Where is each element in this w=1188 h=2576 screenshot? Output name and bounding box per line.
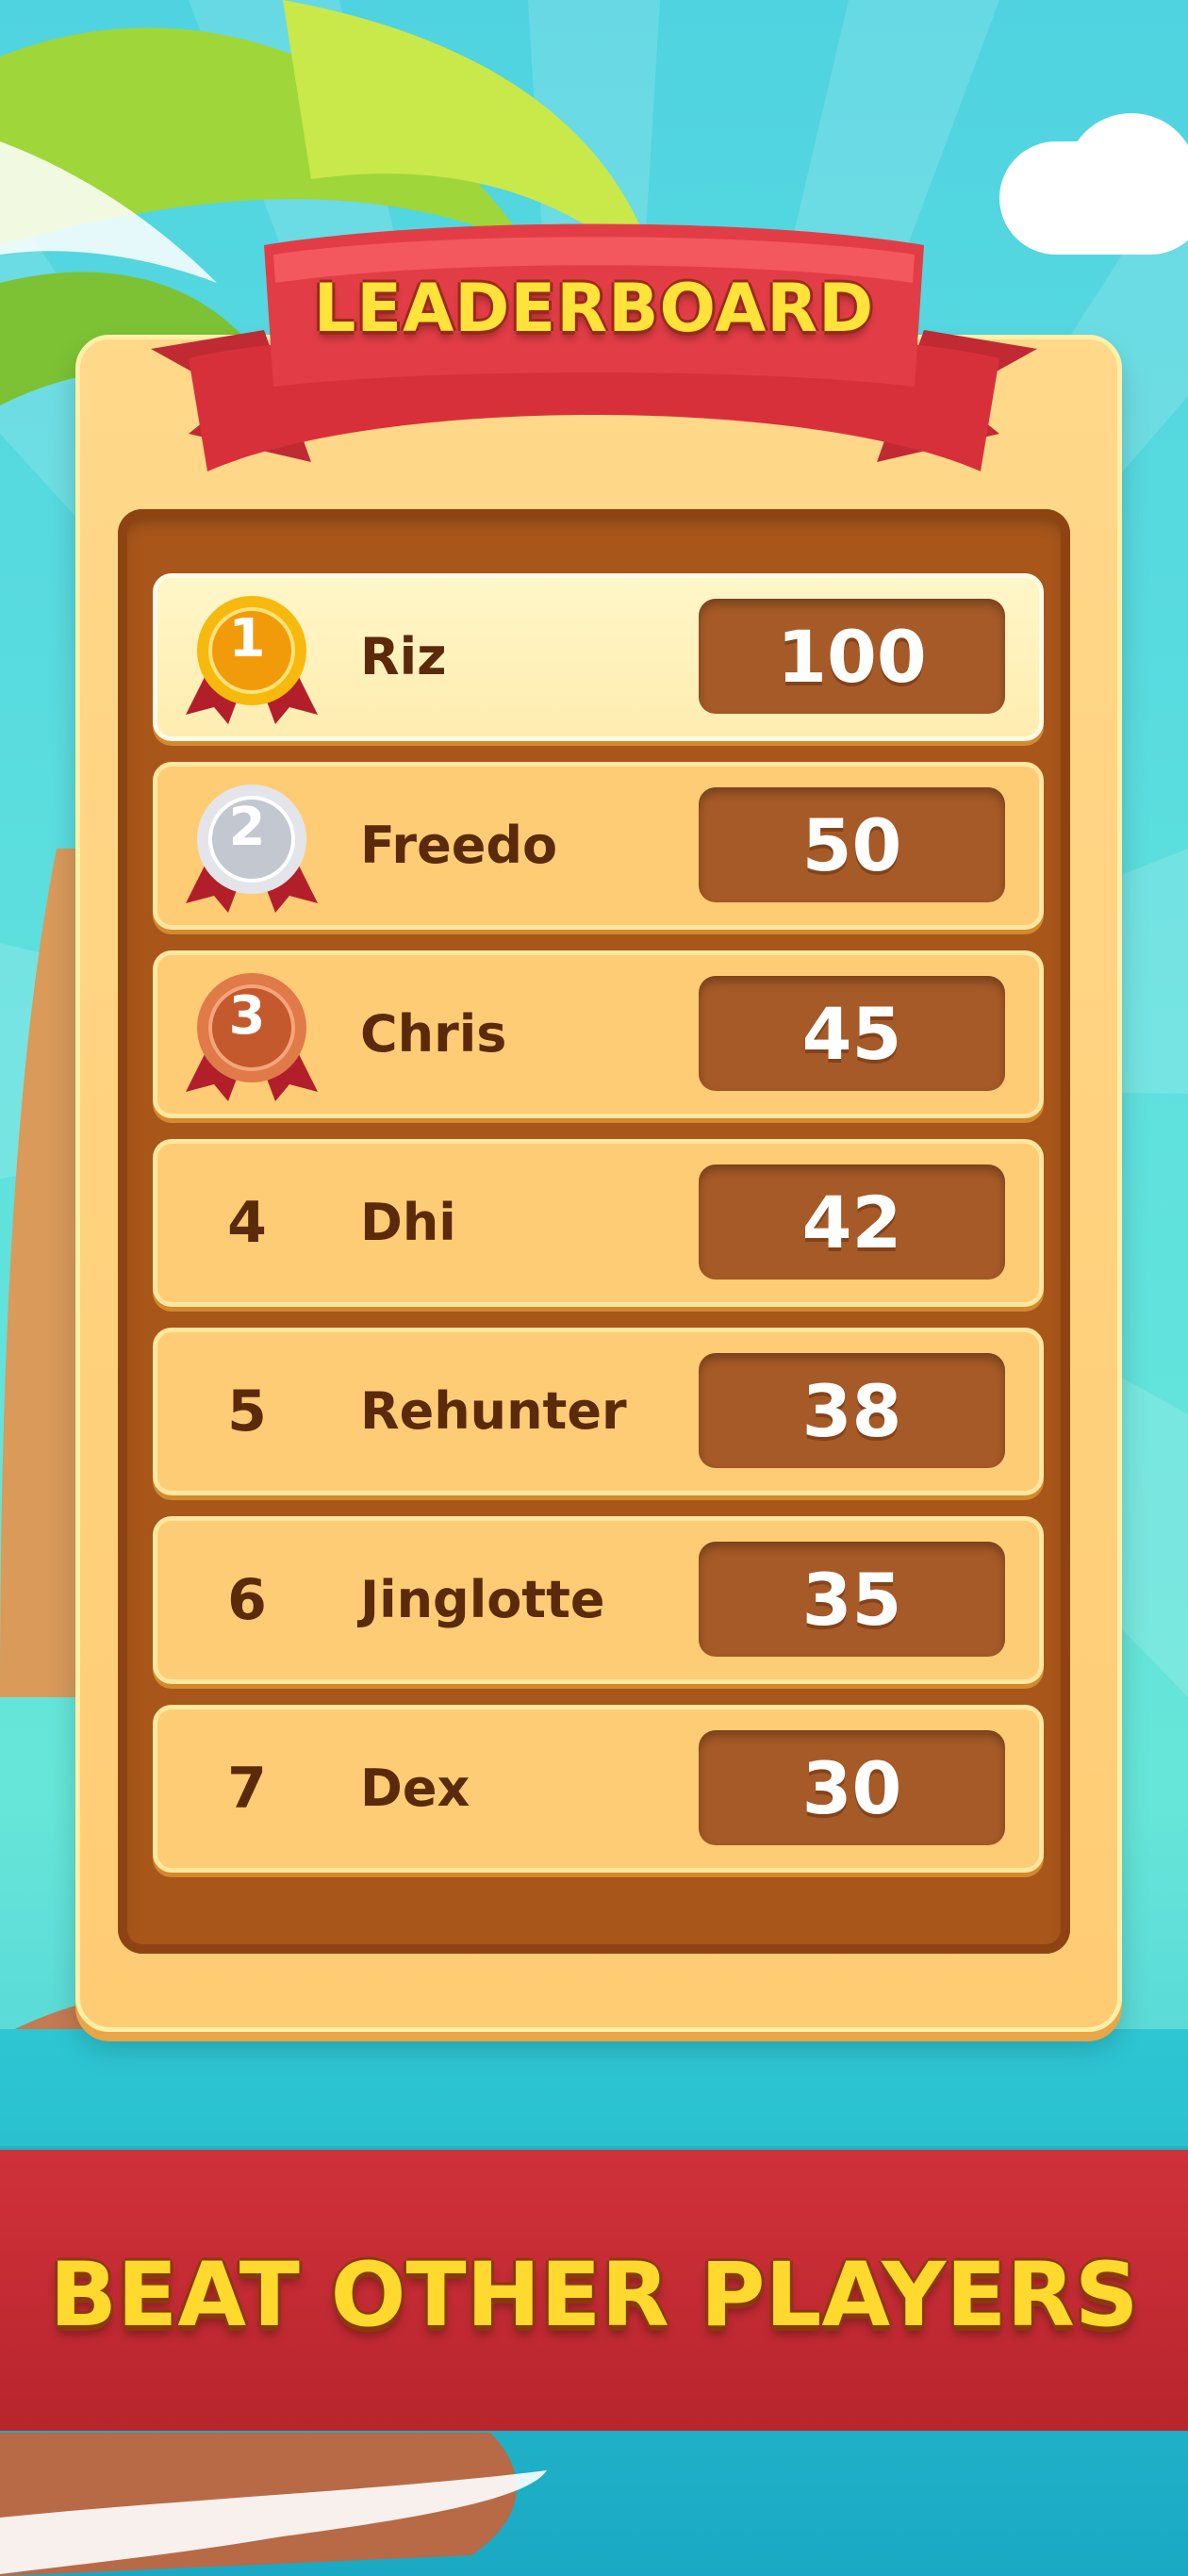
player-name: Rehunter xyxy=(360,1381,627,1441)
player-score: 35 xyxy=(699,1542,1005,1657)
cloud xyxy=(1065,113,1188,245)
leaderboard-row[interactable]: 1 Riz 100 xyxy=(153,573,1044,741)
player-name: Freedo xyxy=(360,816,558,875)
player-score: 42 xyxy=(699,1164,1005,1280)
rank-number: 6 xyxy=(227,1567,267,1633)
tagline-text: BEAT OTHER PLAYERS xyxy=(49,2244,1139,2347)
leaderboard-row[interactable]: 6 Jinglotte 35 xyxy=(153,1516,1044,1684)
rank-number: 1 xyxy=(228,607,266,669)
island-bottom xyxy=(0,2433,547,2576)
player-name: Chris xyxy=(360,1004,507,1064)
player-score: 50 xyxy=(699,787,1005,902)
rank-number: 4 xyxy=(227,1190,267,1256)
leaderboard-row[interactable]: 7 Dex 30 xyxy=(153,1705,1044,1873)
leaderboard-row[interactable]: 3 Chris 45 xyxy=(153,950,1044,1118)
rank-number: 2 xyxy=(228,796,266,858)
player-name: Jinglotte xyxy=(360,1570,605,1629)
player-score: 30 xyxy=(699,1730,1005,1845)
leaderboard-row[interactable]: 5 Rehunter 38 xyxy=(153,1328,1044,1495)
player-name: Dex xyxy=(360,1759,470,1818)
player-name: Riz xyxy=(360,627,447,686)
rank-number: 5 xyxy=(227,1379,267,1445)
rank-number: 7 xyxy=(227,1756,267,1822)
title-ribbon xyxy=(151,223,1037,471)
leaderboard-row[interactable]: 4 Dhi 42 xyxy=(153,1139,1044,1307)
leaderboard-row[interactable]: 2 Freedo 50 xyxy=(153,762,1044,930)
rank-number: 3 xyxy=(228,984,266,1047)
player-name: Dhi xyxy=(360,1193,456,1252)
player-score: 38 xyxy=(699,1353,1005,1468)
leaderboard-title: LEADERBOARD xyxy=(313,270,875,347)
player-score: 100 xyxy=(699,599,1005,714)
player-score: 45 xyxy=(699,976,1005,1091)
